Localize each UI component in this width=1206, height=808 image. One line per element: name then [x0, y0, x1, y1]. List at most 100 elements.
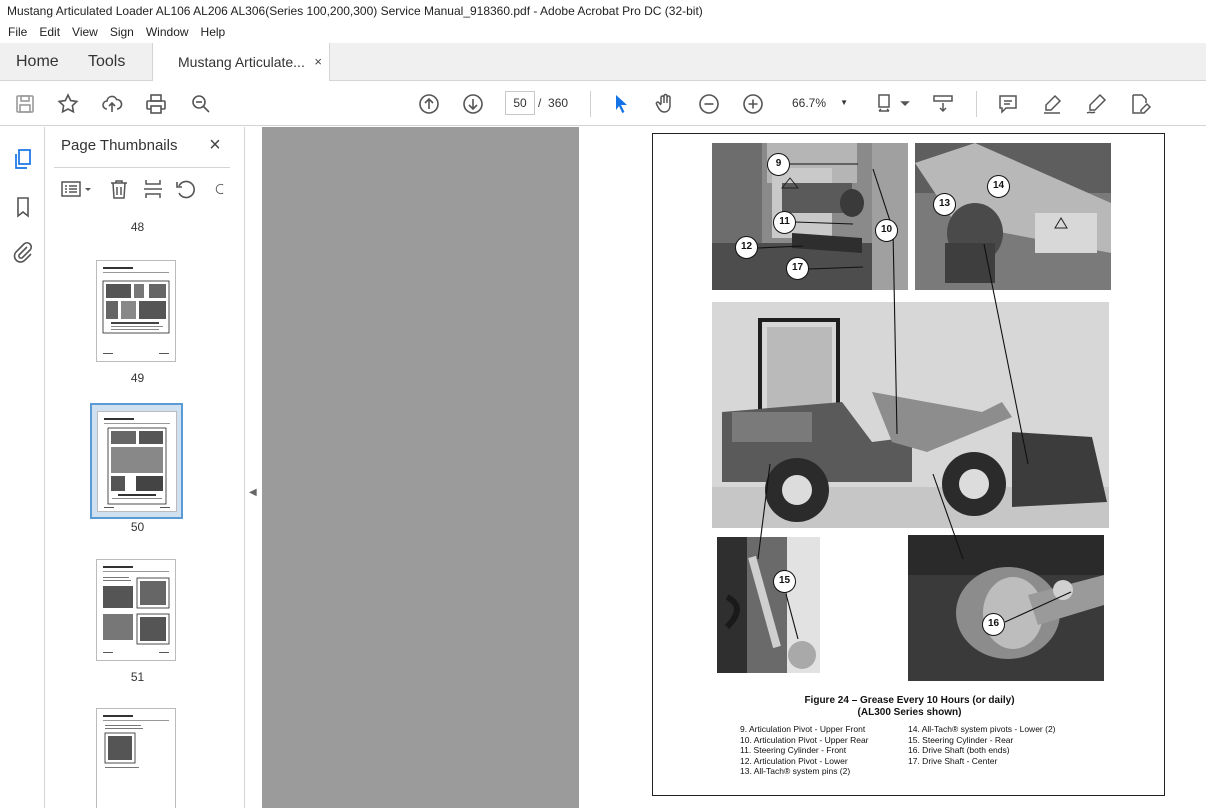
thumbnail-label: 49 [130, 371, 145, 385]
scrolling-mode-icon[interactable] [930, 91, 956, 117]
legend-item: 17. Drive Shaft - Center [908, 755, 998, 766]
tab-document[interactable]: Mustang Articulate... × [152, 43, 330, 82]
thumbnail-page[interactable] [96, 708, 176, 808]
insert-pages-icon[interactable] [141, 177, 165, 201]
page-separator: / [538, 96, 542, 110]
panel-collapse-handle[interactable]: ◀ [245, 127, 262, 808]
thumbnail-label: 48 [130, 220, 145, 234]
rotate-clockwise-icon[interactable] [215, 177, 229, 201]
main-toolbar: 50 / 360 66.7% ▼ [0, 81, 1206, 126]
next-page-icon[interactable] [460, 91, 486, 117]
highlight-pen-icon[interactable] [1039, 91, 1065, 117]
tab-bar: Home Tools Mustang Articulate... × [0, 43, 1206, 82]
edit-document-icon[interactable] [1127, 91, 1153, 117]
panel-divider [54, 167, 230, 168]
figure-frame: 9 10 11 12 17 13 14 15 16 Figure 24 – Gr… [652, 133, 1165, 796]
callout-17: 17 [786, 257, 809, 280]
bookmark-star-icon[interactable] [55, 91, 81, 117]
thumbnail-page[interactable] [96, 260, 176, 362]
callout-11: 11 [773, 211, 796, 234]
menu-edit[interactable]: Edit [33, 22, 66, 43]
thumbnail-preview [103, 715, 169, 768]
zoom-level-dropdown[interactable]: 66.7% ▼ [785, 91, 855, 115]
page-count: / 360 [538, 91, 568, 115]
menu-file[interactable]: File [2, 22, 33, 43]
callout-13: 13 [933, 193, 956, 216]
select-cursor-icon[interactable] [608, 91, 634, 117]
zoom-in-icon[interactable] [740, 91, 766, 117]
navigation-rail [0, 127, 45, 808]
search-zoom-icon[interactable] [188, 91, 214, 117]
legend-item: 10. Articulation Pivot - Upper Rear [740, 734, 869, 745]
tab-close-icon[interactable]: × [314, 43, 322, 81]
collapse-arrow-icon: ◀ [249, 487, 257, 498]
print-icon[interactable] [143, 91, 169, 117]
pdf-page: 9 10 11 12 17 13 14 15 16 Figure 24 – Gr… [579, 127, 1206, 808]
close-icon[interactable]: × [205, 134, 225, 156]
callout-16: 16 [982, 613, 1005, 636]
draw-signature-icon[interactable] [1083, 91, 1109, 117]
previous-page-icon[interactable] [416, 91, 442, 117]
menu-bar: File Edit View Sign Window Help [0, 22, 1206, 43]
photo-loader [712, 302, 1109, 528]
legend-item: 11. Steering Cylinder - Front [740, 745, 847, 755]
tab-home[interactable]: Home [16, 43, 59, 81]
save-icon[interactable] [12, 91, 38, 117]
page-thumbnails-panel: Page Thumbnails × 48 49 50 51 [45, 127, 282, 808]
legend-item: 13. All-Tach® system pins (2) [740, 766, 851, 776]
callout-14: 14 [987, 175, 1010, 198]
menu-view[interactable]: View [66, 22, 104, 43]
bookmarks-icon[interactable] [10, 194, 36, 220]
legend-item: 15. Steering Cylinder - Rear [908, 734, 1014, 745]
window-title: Mustang Articulated Loader AL106 AL206 A… [0, 0, 1206, 22]
callout-9: 9 [767, 153, 790, 176]
legend-left: 9. Articulation Pivot - Upper Front 10. … [740, 724, 869, 777]
toolbar-divider [976, 91, 977, 117]
options-menu-icon[interactable] [59, 177, 95, 201]
legend-item: 9. Articulation Pivot - Upper Front [740, 724, 866, 734]
menu-help[interactable]: Help [195, 22, 232, 43]
share-upload-icon[interactable] [99, 91, 125, 117]
panel-title: Page Thumbnails [61, 137, 178, 154]
hand-tool-icon[interactable] [652, 91, 678, 117]
thumbnail-preview [104, 418, 170, 508]
legend-item: 12. Articulation Pivot - Lower [740, 755, 848, 766]
rotate-counterclockwise-icon[interactable] [173, 177, 197, 201]
callout-15: 15 [773, 570, 796, 593]
thumbnail-page[interactable] [96, 559, 176, 661]
photo-drive-shaft [908, 535, 1104, 681]
photo-steering-cylinder-rear [717, 537, 820, 673]
legend-right: 14. All-Tach® system pivots - Lower (2) … [908, 724, 1056, 766]
callout-12: 12 [735, 236, 758, 259]
thumbnail-label: 51 [130, 670, 145, 684]
page-number-input[interactable]: 50 [505, 91, 535, 115]
document-view[interactable]: 9 10 11 12 17 13 14 15 16 Figure 24 – Gr… [262, 127, 1206, 808]
photo-articulation-pivot [712, 143, 908, 290]
menu-sign[interactable]: Sign [104, 22, 140, 43]
legend-item: 14. All-Tach® system pivots - Lower (2) [908, 724, 1056, 734]
attachments-icon[interactable] [10, 239, 36, 265]
thumbnail-list: 48 49 50 51 [54, 217, 221, 808]
thumbnail-preview [103, 566, 170, 653]
panel-toolbar [45, 175, 235, 203]
tab-document-label: Mustang Articulate... [178, 54, 305, 70]
figure-title: Figure 24 – Grease Every 10 Hours (or da… [804, 695, 1015, 706]
menu-window[interactable]: Window [140, 22, 195, 43]
zoom-out-icon[interactable] [696, 91, 722, 117]
callout-10: 10 [875, 219, 898, 242]
thumbnail-label: 50 [130, 520, 145, 534]
figure-subtitle: (AL300 Series shown) [857, 707, 962, 718]
tab-tools[interactable]: Tools [88, 43, 125, 81]
toolbar-divider [590, 91, 591, 117]
comment-icon[interactable] [995, 91, 1021, 117]
total-pages: 360 [548, 96, 569, 110]
thumbnail-page-selected[interactable] [90, 403, 183, 519]
legend-item: 16. Drive Shaft (both ends) [908, 745, 1010, 755]
photo-all-tach-pins [915, 143, 1111, 290]
thumbnail-preview [102, 267, 170, 354]
chevron-down-icon: ▼ [840, 98, 848, 107]
delete-trash-icon[interactable] [107, 177, 131, 201]
page-fit-icon[interactable] [875, 91, 911, 117]
zoom-level-value: 66.7% [792, 96, 827, 110]
page-thumbnails-icon[interactable] [10, 146, 36, 172]
